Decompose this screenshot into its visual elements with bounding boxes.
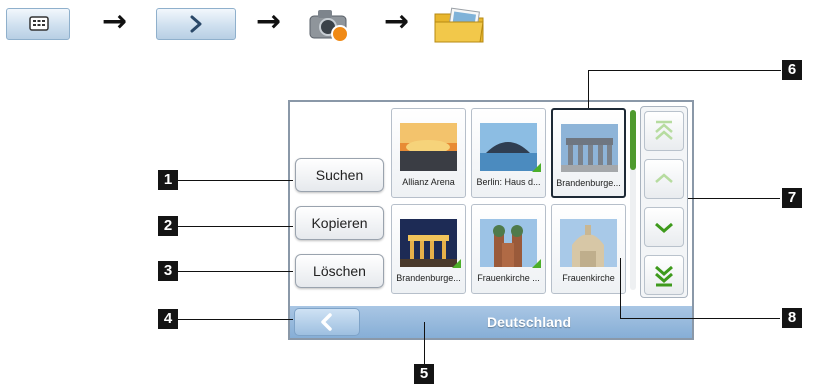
photo-thumbnail [400, 219, 457, 267]
callout-badge-2: 2 [158, 216, 178, 236]
scroll-up-button[interactable] [644, 159, 684, 199]
scrollbar[interactable] [630, 110, 636, 290]
photo-thumbnail [400, 123, 457, 171]
tile-label: Brandenburge... [396, 273, 461, 283]
menu-grid-button[interactable] [6, 8, 70, 40]
callout-badge-7: 7 [782, 188, 802, 208]
callout-line-5 [424, 322, 425, 364]
status-bar: Deutschland [290, 306, 692, 338]
gallery-tile[interactable]: Brandenburge... [391, 204, 466, 294]
selected-check-icon [532, 259, 541, 268]
camera-icon[interactable] [306, 4, 352, 44]
chevron-right-icon [190, 15, 202, 33]
photo-thumbnail [480, 123, 537, 171]
callout-line-4 [175, 319, 293, 320]
tile-label: Berlin: Haus d... [476, 177, 541, 187]
step-arrow: → [384, 4, 410, 39]
callout-badge-8: 8 [782, 308, 802, 328]
callout-line-7 [688, 198, 780, 199]
double-chevron-down-icon [655, 265, 673, 287]
gallery-tile[interactable]: Berlin: Haus d... [471, 108, 546, 198]
callout-badge-5: 5 [414, 364, 434, 384]
tile-label: Allianz Arena [402, 177, 455, 187]
selected-check-icon [532, 163, 541, 172]
photo-thumbnail [480, 219, 537, 267]
chevron-left-icon [321, 313, 332, 331]
folder-pictures-icon[interactable] [432, 4, 488, 46]
device-screen: Suchen Kopieren Löschen Allianz Arena Be… [288, 100, 694, 340]
scroll-down-button[interactable] [644, 207, 684, 247]
keypad-icon [29, 16, 49, 31]
chevron-down-icon [655, 222, 673, 233]
back-button[interactable] [294, 308, 360, 336]
scroll-nav-panel [640, 106, 688, 298]
callout-line-8 [620, 318, 780, 319]
callout-badge-3: 3 [158, 261, 178, 281]
callout-badge-4: 4 [158, 309, 178, 329]
tile-label: Frauenkirche [562, 273, 615, 283]
double-chevron-up-icon [655, 120, 673, 140]
scroll-bottom-button[interactable] [644, 255, 684, 295]
gallery-tile[interactable]: Allianz Arena [391, 108, 466, 198]
delete-button[interactable]: Löschen [295, 254, 384, 288]
scrollbar-thumb[interactable] [630, 110, 636, 170]
gallery-tile[interactable]: Frauenkirche ... [471, 204, 546, 294]
copy-button[interactable]: Kopieren [295, 206, 384, 240]
search-button[interactable]: Suchen [295, 158, 384, 192]
photo-thumbnail [560, 219, 617, 267]
callout-line-2 [175, 226, 293, 227]
callout-badge-6: 6 [782, 60, 802, 80]
gallery-tile[interactable]: Frauenkirche [551, 204, 626, 294]
callout-line-1 [175, 180, 293, 181]
next-button[interactable] [156, 8, 236, 40]
scroll-top-button[interactable] [644, 111, 684, 151]
callout-line-6 [588, 70, 589, 108]
tile-label: Frauenkirche ... [477, 273, 540, 283]
selected-check-icon [452, 259, 461, 268]
gallery-tile-selected[interactable]: Brandenburge... [551, 108, 626, 198]
tile-label: Brandenburge... [556, 178, 621, 188]
step-arrow: → [256, 4, 282, 39]
callout-line-6 [588, 70, 781, 71]
callout-badge-1: 1 [158, 170, 178, 190]
status-title: Deutschland [486, 314, 571, 330]
callout-line-8 [620, 258, 621, 318]
callout-line-3 [175, 271, 293, 272]
photo-thumbnail [561, 124, 618, 172]
step-arrow: → [102, 4, 128, 39]
chevron-up-icon [655, 173, 673, 183]
